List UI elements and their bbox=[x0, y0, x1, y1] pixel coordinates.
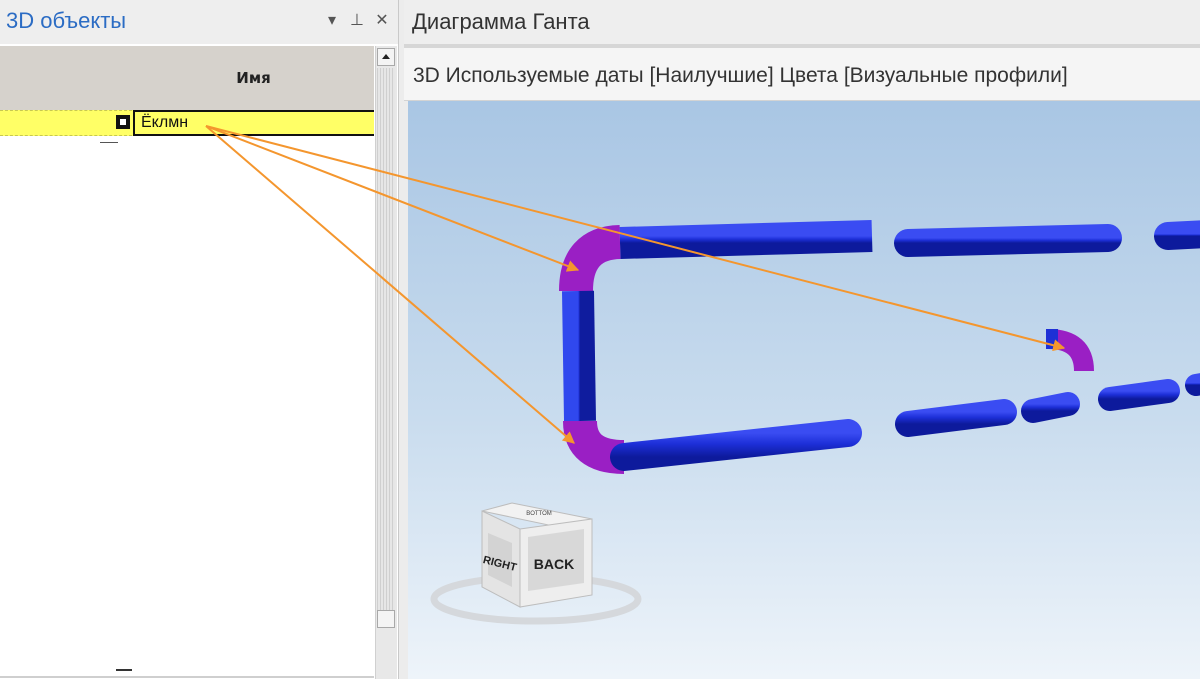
expand-toggle-icon[interactable] bbox=[116, 115, 130, 129]
column-header-name[interactable]: Имя bbox=[133, 46, 374, 110]
table-row[interactable]: Ёклмн bbox=[0, 110, 374, 136]
pipe-segment[interactable] bbox=[619, 220, 873, 259]
panel-titlebar: 3D объекты ▾ ⊥ ✕ bbox=[0, 0, 398, 44]
scroll-thumb[interactable] bbox=[377, 610, 395, 628]
pipe-segment[interactable] bbox=[895, 399, 1017, 437]
view-settings-label: 3D Используемые даты [Наилучшие] Цвета [… bbox=[413, 64, 1068, 87]
pipe-segment[interactable] bbox=[1154, 220, 1200, 250]
scroll-track[interactable] bbox=[377, 68, 395, 628]
panel-bottom-edge bbox=[0, 676, 374, 678]
pipe-segment[interactable] bbox=[1098, 379, 1180, 411]
view-cube-back-face[interactable]: BACK bbox=[534, 556, 574, 572]
view-cube-top-face[interactable]: BOTTOM bbox=[526, 511, 552, 517]
panel-title: 3D объекты bbox=[6, 8, 127, 33]
close-icon[interactable]: ✕ bbox=[373, 10, 391, 32]
pin-icon[interactable]: ⊥ bbox=[348, 10, 366, 32]
pipe-segment[interactable] bbox=[562, 290, 596, 422]
view-header: 3D Используемые даты [Наилучшие] Цвета [… bbox=[404, 48, 1200, 101]
row-name-cell[interactable]: Ёклмн bbox=[133, 110, 374, 136]
pipe-segment[interactable] bbox=[1185, 373, 1200, 396]
document-tabbar: Диаграмма Ганта bbox=[404, 0, 1200, 44]
pipe-lower[interactable] bbox=[610, 373, 1200, 471]
splitter-mark bbox=[116, 669, 132, 671]
pipe-upper[interactable] bbox=[619, 220, 1200, 259]
tree-line bbox=[100, 142, 118, 143]
scroll-up-button[interactable] bbox=[377, 48, 395, 66]
3d-scene[interactable]: RIGHT BACK BOTTOM bbox=[408, 101, 1200, 679]
tab-gantt-chart[interactable]: Диаграмма Ганта bbox=[412, 9, 590, 35]
vertical-scrollbar[interactable] bbox=[375, 46, 397, 679]
pipe-bend[interactable] bbox=[559, 225, 622, 292]
pipe-segment[interactable] bbox=[610, 419, 862, 471]
row-name-text: Ёклмн bbox=[141, 114, 189, 131]
pipe-segment[interactable] bbox=[894, 224, 1122, 257]
pipe-segment[interactable] bbox=[1021, 392, 1080, 423]
grid-header: Имя bbox=[0, 46, 374, 111]
objects-panel: 3D объекты ▾ ⊥ ✕ Имя Ёклмн bbox=[0, 0, 399, 679]
row-indicator bbox=[0, 110, 132, 136]
3d-viewport[interactable]: RIGHT BACK BOTTOM bbox=[408, 101, 1200, 679]
chevron-down-icon[interactable]: ▾ bbox=[323, 10, 341, 32]
view-cube[interactable]: RIGHT BACK BOTTOM bbox=[430, 502, 642, 625]
